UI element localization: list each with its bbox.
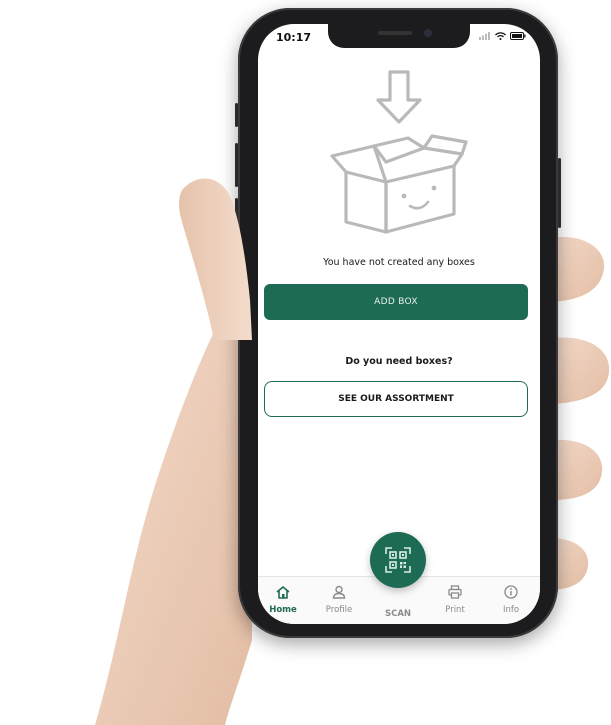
- tab-profile-label: Profile: [325, 605, 353, 615]
- empty-box-illustration-icon: [330, 70, 468, 234]
- smartphone: 10:17 You have not created any boxes ADD…: [235, 8, 561, 638]
- status-bar-icons: [479, 32, 526, 40]
- tab-profile[interactable]: Profile: [314, 585, 364, 615]
- empty-state-message: You have not created any boxes: [323, 257, 475, 268]
- scan-button[interactable]: [370, 532, 426, 588]
- mute-switch: [235, 103, 238, 127]
- status-bar-time: 10:17: [276, 31, 312, 44]
- app-screen: 10:17 You have not created any boxes ADD…: [258, 24, 540, 624]
- tab-info-label: Info: [502, 605, 520, 615]
- signal-icon: [479, 32, 490, 40]
- need-boxes-message: Do you need boxes?: [345, 356, 453, 367]
- tab-print-label: Print: [445, 605, 465, 615]
- front-camera: [424, 29, 432, 37]
- tab-print[interactable]: Print: [430, 585, 480, 615]
- home-icon: [276, 586, 290, 599]
- product-photo-scene: 10:17 You have not created any boxes ADD…: [0, 0, 611, 725]
- volume-up-button: [235, 143, 238, 187]
- battery-icon: [510, 32, 526, 40]
- tab-home[interactable]: Home: [258, 585, 308, 615]
- add-box-button[interactable]: ADD BOX: [264, 284, 528, 320]
- volume-down-button: [235, 198, 238, 242]
- power-button: [558, 158, 561, 228]
- camera-notch: [328, 24, 470, 48]
- info-icon: [504, 585, 518, 599]
- user-icon: [332, 585, 346, 599]
- tab-home-label: Home: [269, 605, 297, 615]
- tab-info[interactable]: Info: [486, 585, 536, 615]
- see-assortment-button[interactable]: SEE OUR ASSORTMENT: [264, 381, 528, 417]
- printer-icon: [448, 585, 462, 599]
- earpiece-speaker: [378, 31, 412, 35]
- qr-code-icon: [385, 547, 411, 573]
- wifi-icon: [495, 32, 506, 40]
